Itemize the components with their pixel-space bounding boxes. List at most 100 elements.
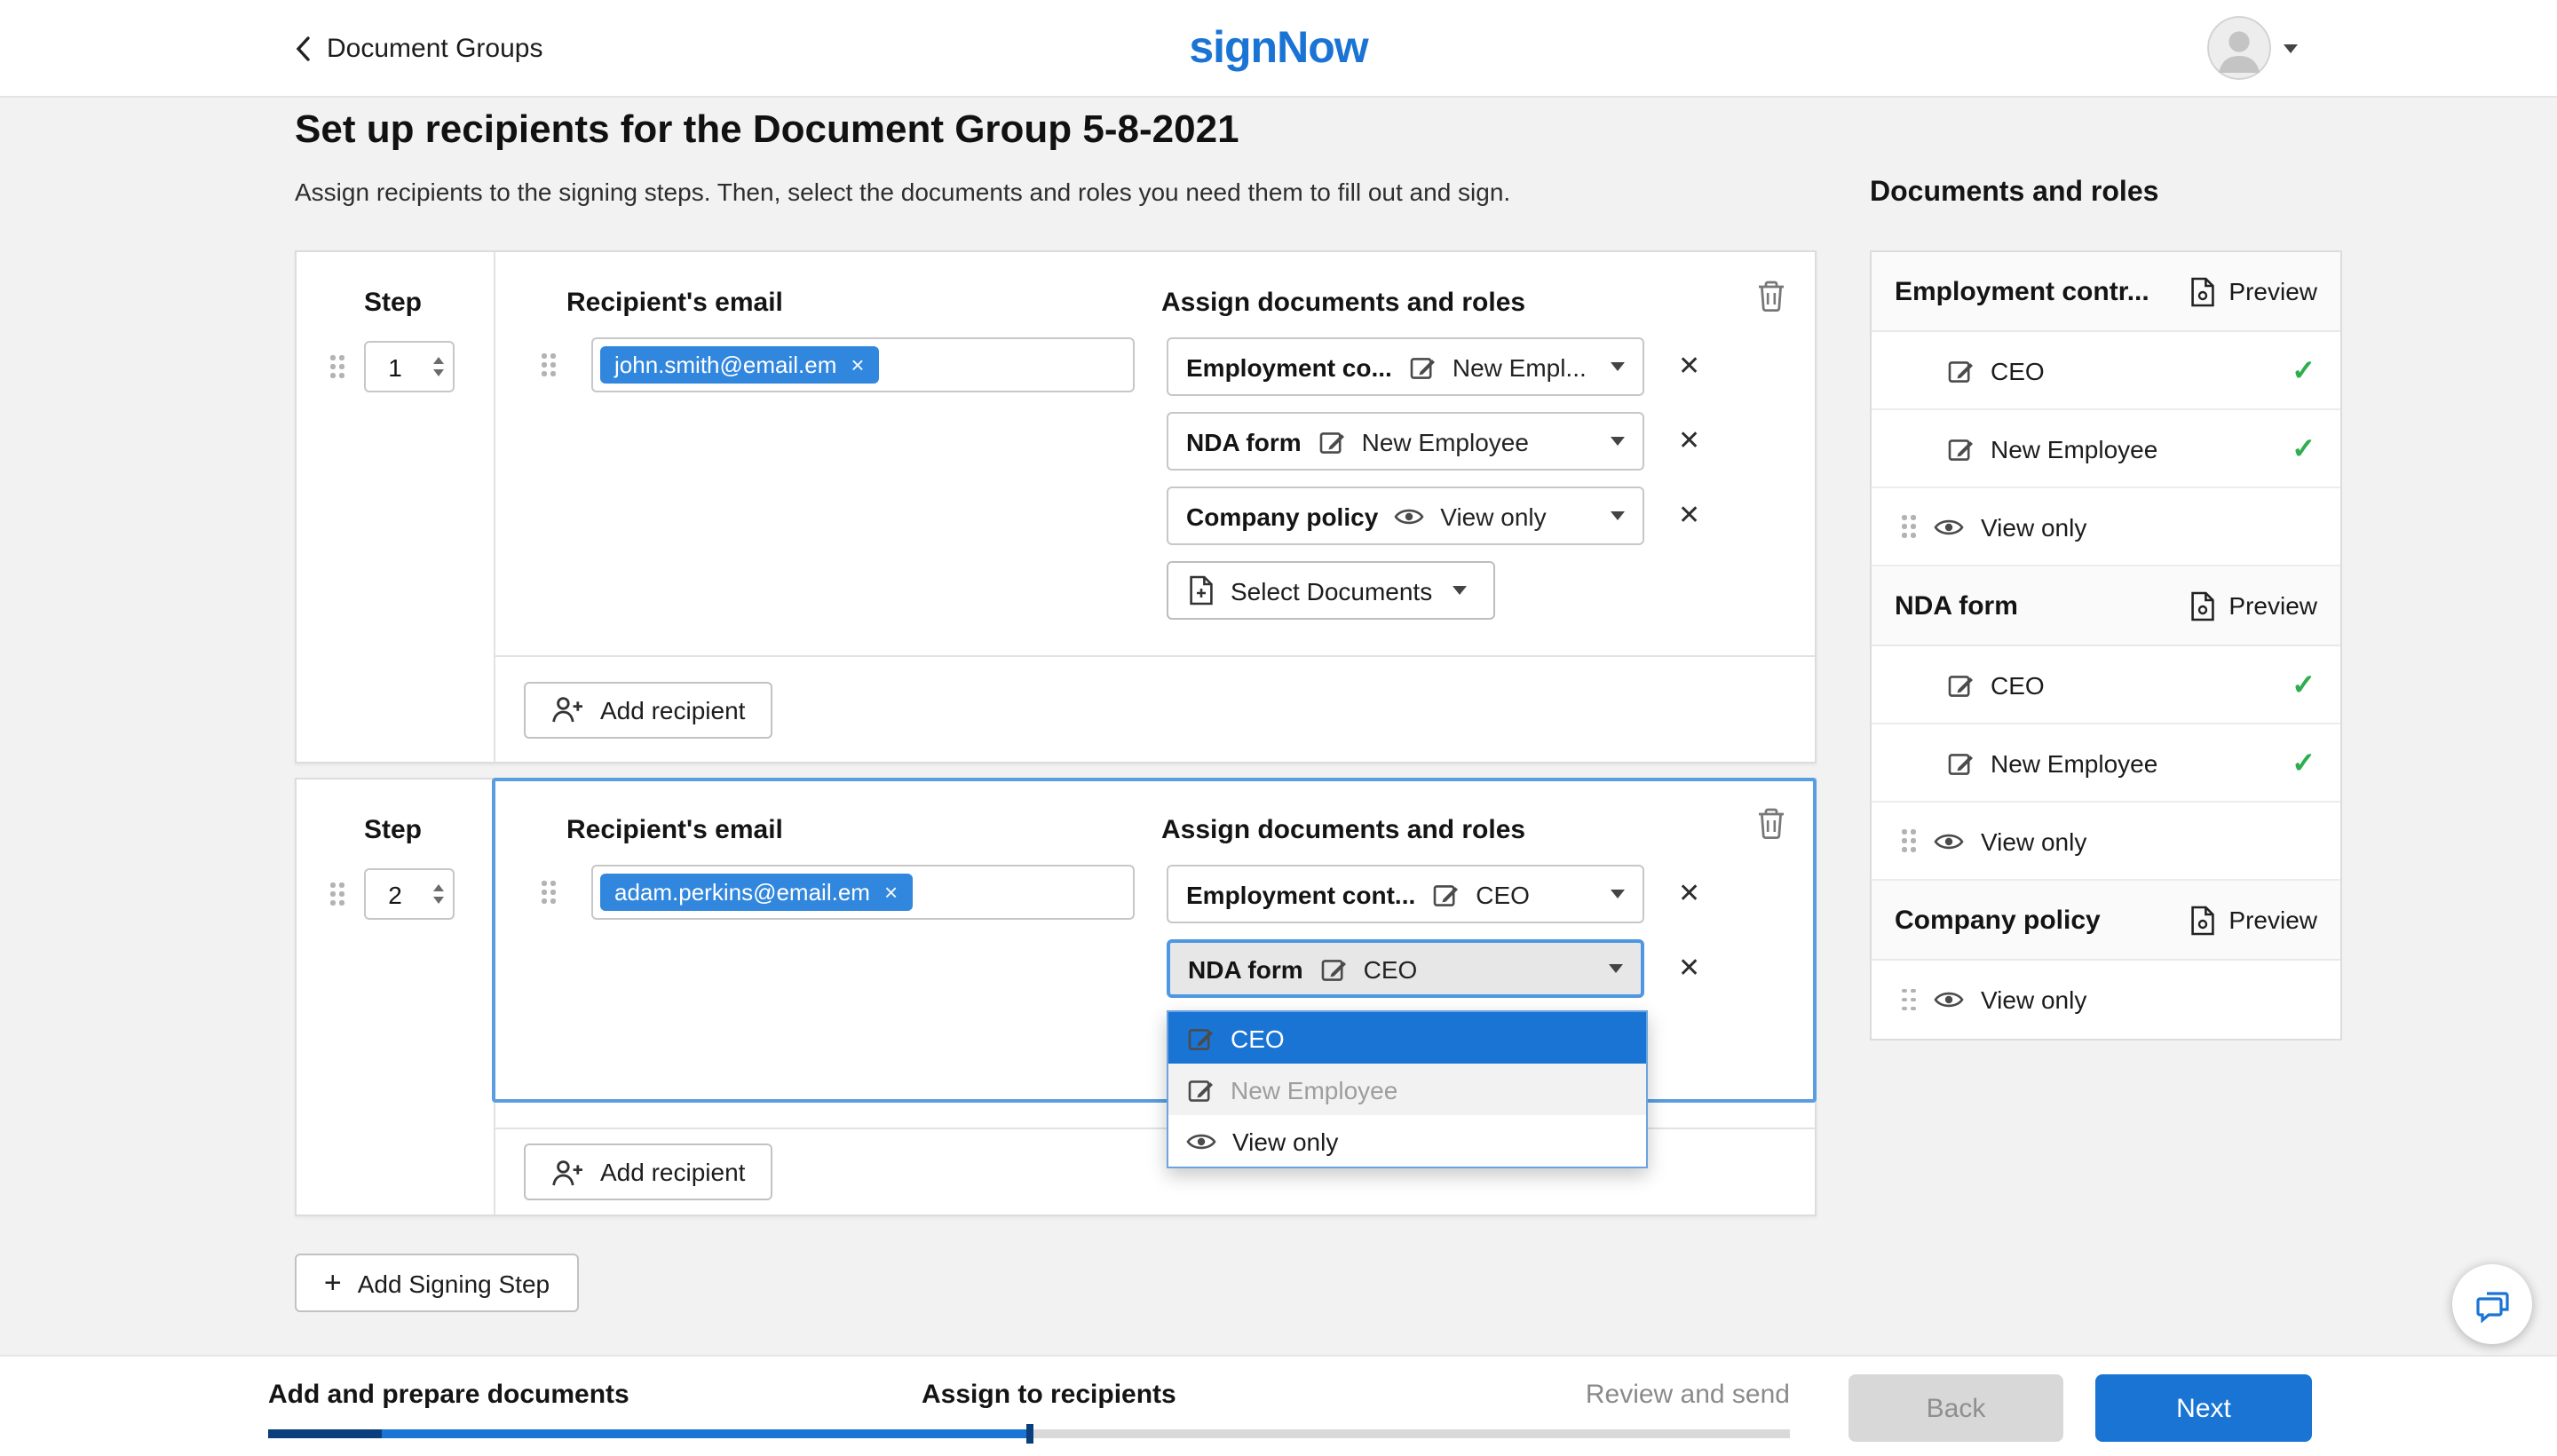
- stage-add-and-prepare: Add and prepare documents: [268, 1380, 629, 1410]
- role-label: New Employee: [1991, 434, 2157, 463]
- preview-label: Preview: [2228, 906, 2317, 934]
- document-group-header: NDA form Preview: [1872, 566, 2340, 646]
- remove-document-button[interactable]: ✕: [1674, 499, 1704, 533]
- signing-step-1-card: Step 1: [295, 250, 1817, 764]
- documents-panel-title: Documents and roles: [1870, 178, 2158, 210]
- role-drag-handle[interactable]: [1902, 830, 1915, 852]
- stepper-arrows[interactable]: [425, 870, 452, 918]
- recipient-email-label: Recipient's email: [566, 815, 783, 845]
- remove-document-button[interactable]: ✕: [1674, 424, 1704, 458]
- step-number-stepper[interactable]: 1: [363, 341, 454, 392]
- preview-icon: [2189, 590, 2216, 621]
- role-row[interactable]: View only: [1872, 961, 2340, 1039]
- remove-document-button[interactable]: ✕: [1674, 350, 1704, 384]
- role-row[interactable]: View only: [1872, 488, 2340, 566]
- stepper-up-icon[interactable]: [433, 884, 444, 891]
- role-row[interactable]: New Employee ✓: [1872, 410, 2340, 488]
- recipient-email-input[interactable]: adam.perkins@email.em ×: [591, 865, 1135, 920]
- preview-button[interactable]: Preview: [2189, 905, 2317, 935]
- edit-role-icon: [1318, 427, 1346, 455]
- edit-role-icon: [1946, 670, 1975, 699]
- role-drag-handle[interactable]: [1902, 989, 1915, 1011]
- delete-step-button[interactable]: [1751, 803, 1792, 851]
- document-role-selector[interactable]: Company policy View only: [1167, 487, 1644, 545]
- eye-icon: [1394, 505, 1424, 526]
- document-role-selector[interactable]: Employment co... New Empl...: [1167, 337, 1644, 396]
- add-recipient-button[interactable]: Add recipient: [524, 1143, 772, 1200]
- role-option-new-employee[interactable]: New Employee: [1168, 1064, 1646, 1115]
- chat-button[interactable]: [2452, 1264, 2532, 1344]
- edit-role-icon: [1431, 880, 1460, 908]
- step-column: Step 1: [297, 252, 495, 762]
- role-row[interactable]: CEO ✓: [1872, 646, 2340, 724]
- stepper-arrows[interactable]: [425, 343, 452, 391]
- document-role-selector[interactable]: Employment cont... CEO: [1167, 865, 1644, 923]
- recipient-email-input[interactable]: john.smith@email.em ×: [591, 337, 1135, 392]
- avatar: [2207, 16, 2271, 80]
- back-button[interactable]: Back: [1848, 1374, 2063, 1442]
- document-name: Employment contr...: [1895, 276, 2189, 306]
- preview-icon: [2189, 276, 2216, 306]
- remove-document-button[interactable]: ✕: [1674, 952, 1704, 985]
- role-option-ceo[interactable]: CEO: [1168, 1012, 1646, 1064]
- preview-label: Preview: [2228, 591, 2317, 620]
- eye-icon: [1933, 516, 1963, 537]
- preview-button[interactable]: Preview: [2189, 276, 2317, 306]
- next-button[interactable]: Next: [2095, 1374, 2312, 1442]
- document-group-header: Company policy Preview: [1872, 881, 2340, 961]
- document-name: NDA form: [1895, 590, 2189, 621]
- remove-document-button[interactable]: ✕: [1674, 877, 1704, 911]
- stepper-down-icon[interactable]: [433, 369, 444, 376]
- add-recipient-button[interactable]: Add recipient: [524, 681, 772, 738]
- role-drag-handle[interactable]: [1902, 516, 1915, 538]
- role-row[interactable]: New Employee ✓: [1872, 724, 2340, 803]
- stepper-down-icon[interactable]: [433, 897, 444, 904]
- check-icon: ✓: [2292, 745, 2316, 780]
- step-drag-handle[interactable]: [330, 356, 344, 378]
- edit-role-icon: [1946, 434, 1975, 463]
- role-label: New Employee: [1991, 748, 2157, 777]
- select-documents-label: Select Documents: [1231, 576, 1432, 605]
- recipient-drag-handle[interactable]: [542, 353, 555, 376]
- caret-down-icon: [1611, 890, 1625, 898]
- step-number-value: 1: [365, 343, 425, 391]
- assignments-list: Employment cont... CEO ✕ NDA form CEO: [1167, 865, 1704, 1014]
- add-recipient-label: Add recipient: [600, 1158, 745, 1186]
- role-option-view-only[interactable]: View only: [1168, 1115, 1646, 1167]
- chip-remove-icon[interactable]: ×: [884, 881, 898, 904]
- step-number-stepper[interactable]: 2: [363, 868, 454, 920]
- document-role-selector[interactable]: NDA form New Employee: [1167, 412, 1644, 471]
- person-add-icon: [550, 1157, 584, 1187]
- back-to-document-groups[interactable]: Document Groups: [295, 0, 542, 98]
- delete-step-button[interactable]: [1751, 275, 1792, 323]
- caret-down-icon: [1611, 437, 1625, 446]
- document-name: Company policy: [1895, 905, 2189, 935]
- role-row[interactable]: View only: [1872, 803, 2340, 881]
- account-menu[interactable]: [2207, 16, 2298, 80]
- document-name: Employment cont...: [1186, 880, 1415, 908]
- role-label: View only: [1981, 985, 2086, 1014]
- add-signing-step-button[interactable]: + Add Signing Step: [295, 1254, 579, 1312]
- role-label: View only: [1981, 512, 2086, 541]
- step-drag-handle[interactable]: [330, 883, 344, 906]
- edit-role-icon: [1946, 356, 1975, 384]
- back-label: Document Groups: [327, 34, 542, 64]
- stage-assign-to-recipients: Assign to recipients: [922, 1380, 1176, 1410]
- assign-documents-label: Assign documents and roles: [1161, 815, 1525, 845]
- role-option-label: New Employee: [1231, 1075, 1397, 1104]
- plus-icon: +: [324, 1268, 342, 1298]
- select-documents-button[interactable]: Select Documents: [1167, 561, 1495, 620]
- page-subtitle: Assign recipients to the signing steps. …: [295, 178, 1510, 206]
- role-option-label: View only: [1232, 1127, 1338, 1155]
- document-role-selector-open[interactable]: NDA form CEO: [1167, 939, 1644, 998]
- assignments-list: Employment co... New Empl... ✕ NDA form …: [1167, 337, 1704, 620]
- app-window: Document Groups signNow Set up recipient…: [0, 0, 2557, 1456]
- role-row[interactable]: CEO ✓: [1872, 332, 2340, 410]
- progress-marker: [1026, 1424, 1033, 1444]
- chip-remove-icon[interactable]: ×: [851, 353, 864, 376]
- progress-segment-done: [268, 1429, 382, 1438]
- progress-bar: [268, 1429, 1790, 1438]
- stepper-up-icon[interactable]: [433, 357, 444, 364]
- preview-button[interactable]: Preview: [2189, 590, 2317, 621]
- recipient-drag-handle[interactable]: [542, 881, 555, 903]
